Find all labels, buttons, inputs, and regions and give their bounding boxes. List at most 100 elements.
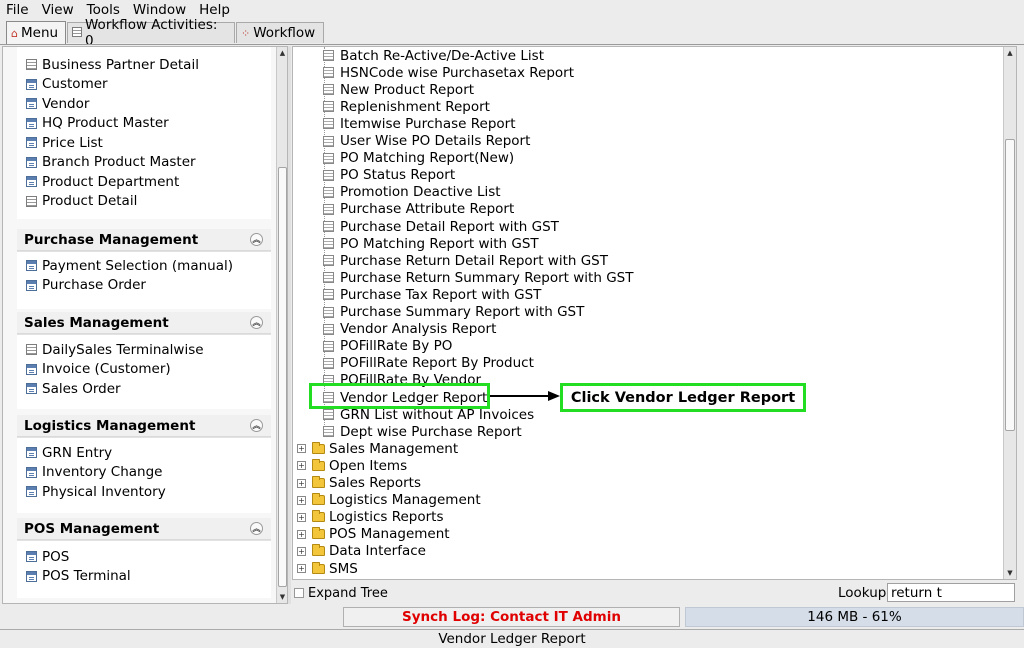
tab-workflow-activities[interactable]: Workflow Activities: 0	[67, 17, 235, 49]
tree-leaf-item[interactable]: Vendor Analysis Report	[323, 321, 496, 338]
menu-view[interactable]: View	[42, 2, 74, 18]
menu-item-invoice-customer[interactable]: Invoice (Customer)	[17, 360, 271, 380]
tree-leaf-item[interactable]: Purchase Attribute Report	[323, 201, 514, 218]
document-icon	[323, 67, 334, 79]
expand-plus-icon[interactable]: +	[297, 495, 306, 505]
tree-leaf-item[interactable]: POFillRate Report By Product	[323, 355, 534, 372]
menu-item-vendor[interactable]: Vendor	[17, 94, 271, 114]
tree-leaf-item[interactable]: Replenishment Report	[323, 98, 490, 115]
scroll-up-icon[interactable]: ▲	[277, 47, 287, 59]
menu-item-product-detail[interactable]: Product Detail	[17, 192, 271, 212]
expand-plus-icon[interactable]: +	[297, 529, 306, 539]
expand-plus-icon[interactable]: +	[297, 512, 306, 522]
tree-folder-item[interactable]: + POS Management	[297, 526, 450, 543]
expand-plus-icon[interactable]: +	[297, 546, 306, 556]
collapse-icon[interactable]: ︽	[250, 233, 263, 246]
menu-help[interactable]: Help	[199, 2, 230, 18]
menu-item-label: Payment Selection (manual)	[42, 257, 233, 274]
tree-leaf-label: New Product Report	[340, 81, 475, 98]
menu-item-label: Business Partner Detail	[42, 56, 199, 73]
tree-leaf-item[interactable]: POFillRate By PO	[323, 338, 452, 355]
folder-icon	[312, 441, 325, 454]
tree-leaf-item[interactable]: Purchase Tax Report with GST	[323, 286, 541, 303]
expand-plus-icon[interactable]: +	[297, 478, 306, 488]
tree-leaf-label: Promotion Deactive List	[340, 184, 501, 201]
menu-item-grn-entry[interactable]: GRN Entry	[17, 443, 271, 463]
callout-label: Click Vendor Ledger Report	[560, 383, 806, 412]
tab-menu[interactable]: ⌂ Menu	[6, 21, 66, 44]
tree-leaf-item[interactable]: Purchase Return Summary Report with GST	[323, 269, 633, 286]
menu-item-purchase-order[interactable]: Purchase Order	[17, 276, 271, 296]
menu-item-payment-selection[interactable]: Payment Selection (manual)	[17, 256, 271, 276]
scroll-down-icon[interactable]: ▼	[1004, 567, 1016, 579]
expand-tree-checkbox[interactable]	[294, 588, 304, 598]
menu-item-inventory-change[interactable]: Inventory Change	[17, 463, 271, 483]
tree-folder-label: Data Interface	[329, 543, 426, 560]
lookup-input[interactable]	[887, 583, 1015, 602]
menu-item-business-partner-detail[interactable]: Business Partner Detail	[17, 55, 271, 75]
menu-item-label: Product Detail	[42, 193, 138, 210]
menu-item-customer[interactable]: Customer	[17, 75, 271, 95]
tree-leaf-item[interactable]: Promotion Deactive List	[323, 184, 501, 201]
tree-folder-item[interactable]: + Sales Reports	[297, 475, 421, 492]
menu-item-product-department[interactable]: Product Department	[17, 172, 271, 192]
tree-leaf-item[interactable]: User Wise PO Details Report	[323, 133, 530, 150]
menu-window[interactable]: Window	[133, 2, 186, 18]
menu-item-sales-order[interactable]: Sales Order	[17, 379, 271, 399]
expand-plus-icon[interactable]: +	[297, 461, 306, 471]
arrow-icon	[490, 391, 560, 401]
tree-leaf-item[interactable]: Purchase Summary Report with GST	[323, 304, 584, 321]
tab-workflow[interactable]: ⁘ Workflow	[236, 22, 324, 43]
menu-item-branch-product-master[interactable]: Branch Product Master	[17, 153, 271, 173]
group-header[interactable]: Logistics Management ︽	[17, 415, 271, 437]
collapse-icon[interactable]: ︽	[250, 522, 263, 535]
tree-folder-item[interactable]: + Logistics Management	[297, 492, 481, 509]
menu-item-price-list[interactable]: Price List	[17, 133, 271, 153]
menu-item-hq-product-master[interactable]: HQ Product Master	[17, 114, 271, 134]
scroll-thumb[interactable]	[1005, 139, 1015, 431]
tree-leaf-item[interactable]: Batch Re-Active/De-Active List	[323, 47, 544, 64]
tree-leaf-item[interactable]: New Product Report	[323, 81, 474, 98]
tree-folder-item[interactable]: + Logistics Reports	[297, 509, 443, 526]
panel-splitter[interactable]	[288, 46, 291, 604]
tree-leaf-item[interactable]: PO Matching Report(New)	[323, 150, 514, 167]
tree-leaf-item[interactable]: Purchase Detail Report with GST	[323, 218, 559, 235]
group-header[interactable]: POS Management ︽	[17, 518, 271, 540]
collapse-icon[interactable]: ︽	[250, 316, 263, 329]
tree-leaf-item[interactable]: Itemwise Purchase Report	[323, 115, 516, 132]
collapse-icon[interactable]: ︽	[250, 419, 263, 432]
scroll-thumb[interactable]	[278, 167, 287, 587]
tree-folder-item[interactable]: + Sales Management	[297, 440, 458, 457]
tree-scrollbar[interactable]: ▲ ▼	[1003, 47, 1016, 579]
tree-folder-item[interactable]: + SMS	[297, 560, 358, 577]
expand-plus-icon[interactable]: +	[297, 564, 306, 573]
document-icon	[26, 344, 37, 356]
menu-panel-scrollbar[interactable]: ▲ ▼	[276, 47, 287, 603]
tree-leaf-item[interactable]: Dept wise Purchase Report	[323, 423, 522, 440]
group-header[interactable]: Sales Management ︽	[17, 312, 271, 334]
expand-plus-icon[interactable]: +	[297, 444, 306, 454]
scroll-up-icon[interactable]: ▲	[1004, 47, 1016, 59]
menu-file[interactable]: File	[6, 2, 29, 18]
tree-leaf-item[interactable]: HSNCode wise Purchasetax Report	[323, 64, 574, 81]
tree-leaf-item[interactable]: PO Matching Report with GST	[323, 235, 539, 252]
scroll-down-icon[interactable]: ▼	[277, 591, 287, 603]
menu-item-physical-inventory[interactable]: Physical Inventory	[17, 482, 271, 502]
group-body: Payment Selection (manual) Purchase Orde…	[17, 251, 271, 309]
group-header[interactable]: Purchase Management ︽	[17, 229, 271, 251]
document-icon	[323, 203, 334, 215]
menu-item-pos-terminal[interactable]: POS Terminal	[17, 567, 271, 587]
tree-leaf-item[interactable]: Purchase Return Detail Report with GST	[323, 252, 608, 269]
memory-indicator[interactable]: 146 MB - 61%	[685, 607, 1024, 627]
tree-leaf-item[interactable]: PO Status Report	[323, 167, 455, 184]
synch-log-button[interactable]: Synch Log: Contact IT Admin	[343, 607, 680, 627]
menu-tools[interactable]: Tools	[87, 2, 120, 18]
menu-item-dailysales-terminalwise[interactable]: DailySales Terminalwise	[17, 340, 271, 360]
window-icon	[26, 486, 37, 498]
status-bar: Vendor Ledger Report	[0, 629, 1024, 648]
tree-folder-item[interactable]: + Data Interface	[297, 543, 426, 560]
tree-folder-item[interactable]: + Open Items	[297, 457, 407, 474]
tree-folder-label: Logistics Reports	[329, 509, 444, 526]
menu-item-pos[interactable]: POS	[17, 547, 271, 567]
tree-leaf-label: Purchase Summary Report with GST	[340, 304, 585, 320]
